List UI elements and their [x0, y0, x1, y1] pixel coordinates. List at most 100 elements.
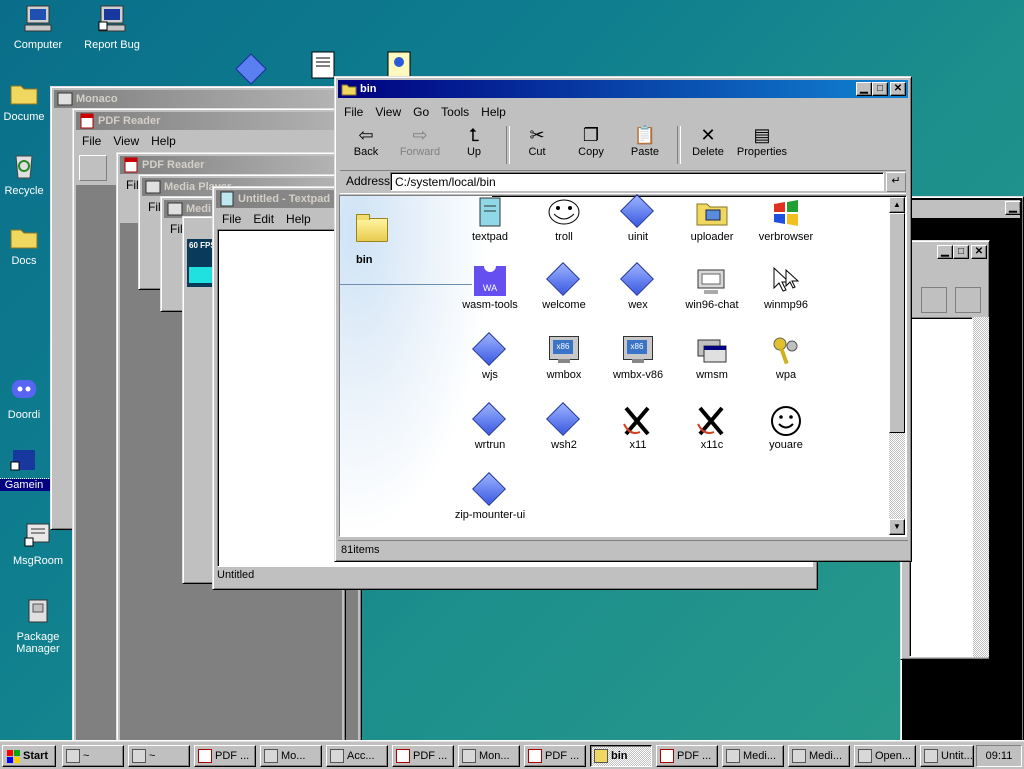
taskbar-button-11[interactable]: Medi... [788, 745, 850, 767]
file-item-youare[interactable]: youare [749, 404, 823, 451]
taskbar-button-12[interactable]: Open... [854, 745, 916, 767]
scrollbar[interactable] [973, 317, 989, 657]
taskbar-button-4[interactable]: Acc... [326, 745, 388, 767]
file-item-textpad[interactable]: textpad [453, 196, 527, 243]
taskbar-button-2[interactable]: PDF ... [194, 745, 256, 767]
desktop-icon-report-bug[interactable]: Report Bug [74, 4, 150, 51]
taskbar-button-5[interactable]: PDF ... [392, 745, 454, 767]
document-icon[interactable] [310, 50, 336, 80]
taskbar-button-6[interactable]: Mon... [458, 745, 520, 767]
desktop-icon-package-manager[interactable]: Package Manager [0, 596, 76, 655]
close-button[interactable]: ✕ [890, 82, 906, 96]
menu-view[interactable]: View [107, 134, 145, 148]
menu-file[interactable]: File [338, 105, 369, 119]
file-item-label: textpad [471, 231, 509, 243]
file-item-wrtrun[interactable]: wrtrun [453, 402, 527, 451]
file-item-wmbx-v86[interactable]: x86 wmbx-v86 [601, 334, 675, 381]
x86-monitor-icon: x86 [546, 334, 582, 368]
computer-icon [24, 5, 52, 32]
media-player-icon [145, 180, 161, 194]
file-item-label: x11 [629, 439, 647, 451]
file-item-wex[interactable]: wex [601, 262, 675, 311]
start-button[interactable]: Start [2, 745, 56, 767]
app-window-icon [264, 749, 278, 763]
taskbar-button-0[interactable]: ~ [62, 745, 124, 767]
file-item-wasm-tools[interactable]: WA wasm-tools [453, 264, 527, 311]
taskbar: Start ~ ~ PDF ... Mo... Acc... PDF ... Mon... P… [0, 740, 1024, 769]
desktop-icon-gamein[interactable]: Gamein [0, 446, 52, 491]
scissors-icon: ✂ [529, 125, 545, 145]
msgroom-icon [24, 523, 50, 547]
taskbar-button-1[interactable]: ~ [128, 745, 190, 767]
file-item-x11[interactable]: x11 [601, 404, 675, 451]
file-item-verbrowser[interactable]: verbrowser [749, 196, 823, 243]
taskbar-button-10[interactable]: Medi... [722, 745, 784, 767]
file-item-winmp96[interactable]: winmp96 [749, 264, 823, 311]
system-clock[interactable]: 09:11 [976, 745, 1022, 767]
menu-view[interactable]: View [369, 105, 407, 119]
paste-button[interactable]: 📋 Paste [618, 124, 672, 158]
file-item-wpa[interactable]: wpa [749, 334, 823, 381]
file-item-troll[interactable]: troll [527, 196, 601, 243]
desktop-icon-computer[interactable]: Computer [0, 4, 76, 51]
file-item-uploader[interactable]: uploader [675, 196, 749, 243]
x11-icon [620, 404, 656, 438]
taskbar-button-3[interactable]: Mo... [260, 745, 322, 767]
desktop-icon-docs[interactable]: Docs [0, 224, 52, 267]
go-button[interactable]: ↵ [886, 172, 906, 192]
file-item-welcome[interactable]: welcome [527, 262, 601, 311]
menu-help[interactable]: Help [145, 134, 182, 148]
delete-button[interactable]: ✕ Delete [681, 124, 735, 158]
diamond-icon [546, 402, 582, 438]
menu-help[interactable]: Help [280, 212, 317, 226]
menu-go[interactable]: Go [407, 105, 435, 119]
scroll-down-button[interactable]: ▼ [889, 519, 905, 535]
scroll-up-button[interactable]: ▲ [889, 197, 905, 213]
taskbar-button-8[interactable]: bin [590, 745, 652, 767]
print-icon[interactable] [921, 287, 947, 313]
diamond-icon[interactable] [234, 52, 268, 86]
menu-help[interactable]: Help [475, 105, 512, 119]
file-item-win96-chat[interactable]: win96-chat [675, 264, 749, 311]
scroll-thumb[interactable] [889, 213, 905, 433]
x86-monitor-icon: x86 [620, 334, 656, 368]
file-view-scrollbar[interactable]: ▲ ▼ [889, 197, 905, 535]
menu-bar: File View Go Tools Help [338, 102, 908, 122]
address-input[interactable]: C:/system/local/bin [390, 172, 884, 191]
properties-button[interactable]: ▤ Properties [735, 124, 789, 158]
diamond-icon [472, 332, 508, 368]
menu-file[interactable]: File [76, 134, 107, 148]
cut-button[interactable]: ✂ Cut [510, 124, 564, 158]
forward-button[interactable]: ⇨ Forward [393, 124, 447, 158]
menu-tools[interactable]: Tools [435, 105, 475, 119]
desktop-icon-doordi[interactable]: Doordi [0, 376, 52, 421]
maximize-button[interactable]: □ [953, 245, 969, 259]
window-title: bin [360, 83, 377, 95]
file-item-wjs[interactable]: wjs [453, 332, 527, 381]
file-item-x11c[interactable]: x11c [675, 404, 749, 451]
bg-window-right[interactable]: ▁ □ ✕ [900, 240, 990, 660]
file-item-wsh2[interactable]: wsh2 [527, 402, 601, 451]
properties-icon[interactable] [955, 287, 981, 313]
up-button[interactable]: ⮤ Up [447, 124, 501, 158]
file-item-wmbox[interactable]: x86 wmbox [527, 334, 601, 381]
back-button[interactable]: ⇦ Back [339, 124, 393, 158]
desktop-icon-documents[interactable]: Docume [0, 80, 52, 123]
close-button[interactable]: ✕ [971, 245, 987, 259]
file-item-wmsm[interactable]: wmsm [675, 334, 749, 381]
sidebar-toggle-button[interactable] [79, 155, 107, 181]
menu-edit[interactable]: Edit [247, 212, 280, 226]
taskbar-button-7[interactable]: PDF ... [524, 745, 586, 767]
taskbar-button-9[interactable]: PDF ... [656, 745, 718, 767]
minimize-button[interactable]: ▁ [856, 82, 872, 96]
minimize-button[interactable]: ▁ [1005, 201, 1021, 215]
menu-file[interactable]: File [216, 212, 247, 226]
minimize-button[interactable]: ▁ [937, 245, 953, 259]
copy-button[interactable]: ❐ Copy [564, 124, 618, 158]
file-item-uinit[interactable]: uinit [601, 194, 675, 243]
maximize-button[interactable]: □ [872, 82, 888, 96]
desktop-icon-recycle[interactable]: Recycle [0, 150, 52, 197]
file-item-zip-mounter-ui[interactable]: zip-mounter-ui [453, 472, 527, 521]
taskbar-button-13[interactable]: Untit... [920, 745, 974, 767]
copy-icon: ❐ [582, 125, 600, 145]
